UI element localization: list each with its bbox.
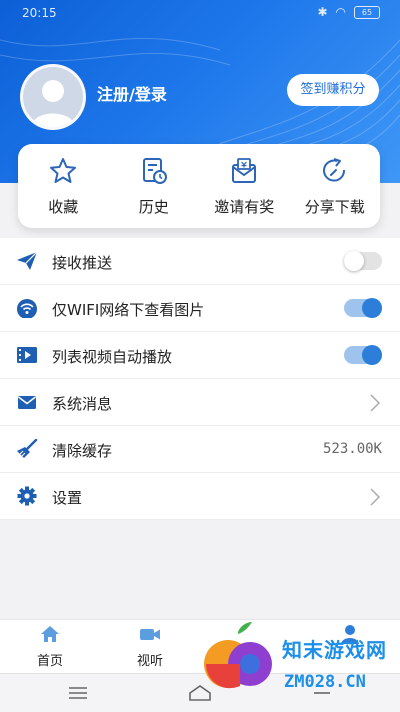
chevron-right-icon: [370, 394, 380, 412]
wifi-images-toggle[interactable]: [344, 298, 382, 318]
push-notification-toggle[interactable]: [344, 251, 382, 271]
status-time: 20:15: [22, 6, 57, 20]
tab-home[interactable]: 首页: [20, 624, 80, 669]
system-messages-label: 系统消息: [52, 395, 113, 413]
autoplay-video-row[interactable]: 列表视频自动播放: [0, 332, 400, 379]
mail-icon: [18, 396, 36, 409]
push-notification-label: 接收推送: [52, 254, 113, 272]
settings-row[interactable]: 设置: [0, 473, 400, 520]
battery-icon: 65: [354, 5, 380, 19]
tab-video-label: 视听: [136, 654, 163, 669]
send-icon: [17, 251, 38, 270]
watermark-site-name: 知末游戏网: [282, 638, 387, 662]
share-icon: [322, 158, 345, 182]
history-label: 历史: [138, 198, 169, 216]
watermark-logo-icon: [204, 622, 272, 689]
history-icon: [142, 158, 167, 184]
watermark: 知末游戏网 ZM028.CN: [200, 620, 400, 711]
quick-actions-card: 收藏 历史 邀请有奖 分享下载: [18, 144, 380, 228]
invite-icon: [232, 158, 257, 183]
bluetooth-icon: ✱: [317, 5, 328, 19]
autoplay-video-toggle[interactable]: [344, 345, 382, 365]
history-action[interactable]: 历史: [109, 144, 200, 228]
push-notification-row[interactable]: 接收推送: [0, 238, 400, 285]
menu-icon[interactable]: [68, 686, 88, 700]
tab-home-label: 首页: [36, 654, 63, 669]
favorites-label: 收藏: [48, 198, 79, 216]
avatar[interactable]: [20, 64, 86, 130]
chevron-right-icon: [370, 488, 380, 506]
wifi-images-row[interactable]: 仅WIFI网络下查看图片: [0, 285, 400, 332]
clear-cache-label: 清除缓存: [52, 442, 113, 460]
broom-icon: [17, 439, 38, 458]
share-action[interactable]: 分享下载: [290, 144, 381, 228]
toggle-knob: [344, 251, 364, 271]
wifi-icon: [17, 299, 37, 318]
clear-cache-row[interactable]: 清除缓存 523.00K: [0, 426, 400, 473]
toggle-knob: [362, 298, 382, 318]
settings-label: 设置: [52, 489, 83, 507]
cache-size-value: 523.00K: [322, 441, 382, 457]
tab-video[interactable]: 视听: [120, 624, 180, 669]
login-link[interactable]: 注册/登录: [97, 81, 167, 105]
system-messages-row[interactable]: 系统消息: [0, 379, 400, 426]
wifi-images-label: 仅WIFI网络下查看图片: [52, 301, 205, 319]
share-label: 分享下载: [304, 198, 365, 216]
video-camera-icon: [140, 629, 160, 640]
toggle-knob: [362, 345, 382, 365]
watermark-domain: ZM028.CN: [284, 672, 366, 692]
video-icon: [17, 347, 37, 363]
invite-action[interactable]: 邀请有奖: [199, 144, 290, 228]
wifi-status-icon: ◠: [335, 5, 346, 19]
favorites-action[interactable]: 收藏: [18, 144, 109, 228]
autoplay-video-label: 列表视频自动播放: [52, 348, 173, 366]
user-silhouette-icon: [31, 80, 75, 127]
gear-icon: [17, 486, 37, 506]
settings-list: 接收推送 仅WIFI网络下查看图片 列表视频自动播放 系统消息 清除缓存 523…: [0, 238, 400, 520]
status-bar: 20:15 ✱ ◠ 65: [0, 0, 400, 28]
star-icon: [50, 158, 77, 183]
invite-label: 邀请有奖: [214, 198, 275, 216]
checkin-button[interactable]: 签到赚积分: [287, 74, 379, 106]
home-icon: [41, 626, 59, 642]
